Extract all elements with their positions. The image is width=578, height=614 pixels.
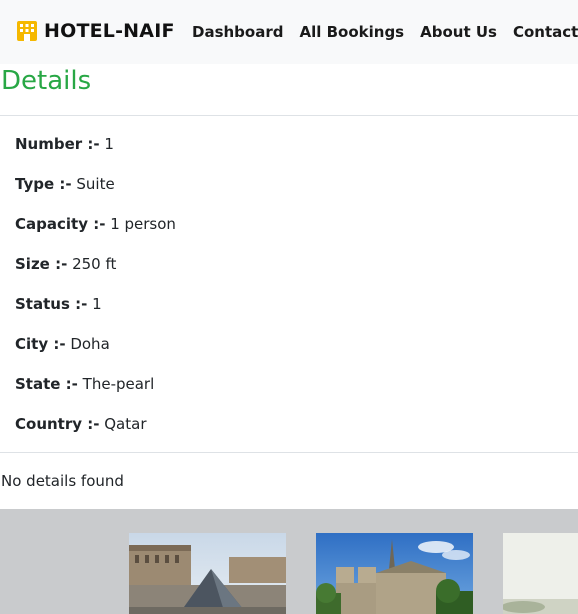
detail-label: State :- [15,375,78,393]
detail-label: Type :- [15,175,72,193]
detail-label: Capacity :- [15,215,106,233]
detail-label: Size :- [15,255,68,273]
hotel-building-icon [17,21,37,41]
nav-link-dashboard[interactable]: Dashboard [184,23,291,41]
detail-value: 1 [104,135,114,153]
detail-country: Country :- Qatar [15,415,147,433]
brand-name: HOTEL-NAIF [44,20,175,42]
nav-link-about-us[interactable]: About Us [412,23,505,41]
brand[interactable]: HOTEL-NAIF [16,18,175,44]
navbar: HOTEL-NAIF Dashboard All Bookings About … [0,0,578,64]
landmark-photo[interactable] [503,533,578,614]
divider [0,115,578,116]
divider [0,452,578,453]
detail-number: Number :- 1 [15,135,114,153]
empty-message: No details found [1,472,124,490]
detail-value: 250 ft [72,255,117,273]
detail-label: City :- [15,335,66,353]
detail-value: The-pearl [82,375,155,393]
detail-label: Status :- [15,295,88,313]
detail-city: City :- Doha [15,335,110,353]
detail-value: 1 [92,295,102,313]
nav-links: Dashboard All Bookings About Us Contact [184,0,578,64]
nav-link-all-bookings[interactable]: All Bookings [291,23,412,41]
detail-type: Type :- Suite [15,175,115,193]
detail-value: 1 person [110,215,176,233]
detail-value: Suite [76,175,115,193]
detail-value: Qatar [104,415,147,433]
detail-size: Size :- 250 ft [15,255,116,273]
gallery-band [0,509,578,614]
louvre-pyramid-photo[interactable] [129,533,286,614]
notre-dame-cathedral-photo[interactable] [316,533,473,614]
detail-value: Doha [70,335,110,353]
detail-state: State :- The-pearl [15,375,154,393]
page-title: Details [1,66,92,96]
detail-capacity: Capacity :- 1 person [15,215,176,233]
detail-label: Country :- [15,415,100,433]
nav-link-contact[interactable]: Contact [505,23,578,41]
detail-status: Status :- 1 [15,295,102,313]
detail-label: Number :- [15,135,100,153]
